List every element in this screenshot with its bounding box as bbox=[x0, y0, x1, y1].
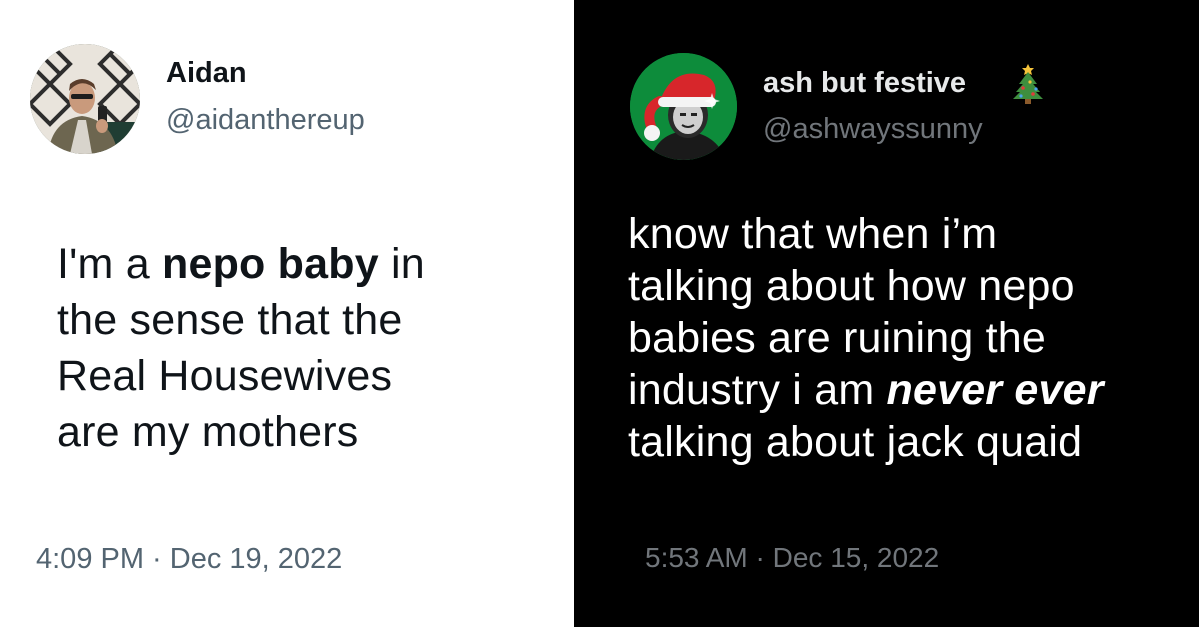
tweet-line-3: Real Housewives bbox=[57, 352, 393, 400]
profile-photo-santa-hat-icon bbox=[630, 53, 737, 160]
tweet-date: Dec 19, 2022 bbox=[169, 543, 343, 575]
tweet-date: Dec 15, 2022 bbox=[772, 542, 940, 573]
tweet-line-4: are my mothers bbox=[57, 408, 359, 456]
tweet-time: 5:53 AM bbox=[645, 542, 748, 573]
tweet-text: know that when i’m talking about how nep… bbox=[628, 208, 1188, 468]
user-handle[interactable]: @aidanthereup bbox=[166, 103, 365, 137]
tweet-line-3: babies are ruining the bbox=[628, 314, 1046, 362]
christmas-tree-icon bbox=[1011, 62, 1045, 104]
text-bold-italic-segment: never ever bbox=[886, 366, 1104, 414]
text-bold-segment: nepo baby bbox=[161, 240, 379, 288]
tweet-comparison: Aidan @aidanthereup I'm a nepo baby in t… bbox=[0, 0, 1199, 627]
tweet-line-1: I'm a nepo baby in bbox=[57, 236, 557, 292]
avatar[interactable] bbox=[30, 44, 140, 154]
timestamp-separator: · bbox=[144, 543, 170, 575]
display-name[interactable]: ash but festive bbox=[763, 66, 966, 100]
tweet-line-5: talking about jack quaid bbox=[628, 418, 1083, 466]
tweet-timestamp[interactable]: 4:09 PM · Dec 19, 2022 bbox=[36, 542, 342, 576]
tweet-line-2: the sense that the bbox=[57, 296, 403, 344]
user-handle[interactable]: @ashwayssunny bbox=[763, 112, 983, 146]
tweet-card-right: ash but festive @ashwayssunny know that … bbox=[574, 0, 1199, 627]
profile-photo-icon bbox=[30, 44, 140, 154]
text-segment: in bbox=[378, 240, 425, 288]
tweet-card-left: Aidan @aidanthereup I'm a nepo baby in t… bbox=[0, 0, 574, 627]
tweet-text: I'm a nepo baby in the sense that the Re… bbox=[57, 236, 557, 460]
tweet-timestamp[interactable]: 5:53 AM · Dec 15, 2022 bbox=[645, 541, 939, 575]
tweet-line-4: industry i am never ever bbox=[628, 364, 1188, 416]
text-segment: industry i am bbox=[628, 366, 887, 414]
tweet-time: 4:09 PM bbox=[36, 543, 144, 575]
tweet-line-2: talking about how nepo bbox=[628, 262, 1075, 310]
tweet-line-1: know that when i’m bbox=[628, 210, 998, 258]
text-segment: I'm a bbox=[57, 240, 162, 288]
display-name[interactable]: Aidan bbox=[166, 56, 247, 90]
timestamp-separator: · bbox=[747, 542, 773, 573]
avatar[interactable] bbox=[630, 53, 737, 160]
